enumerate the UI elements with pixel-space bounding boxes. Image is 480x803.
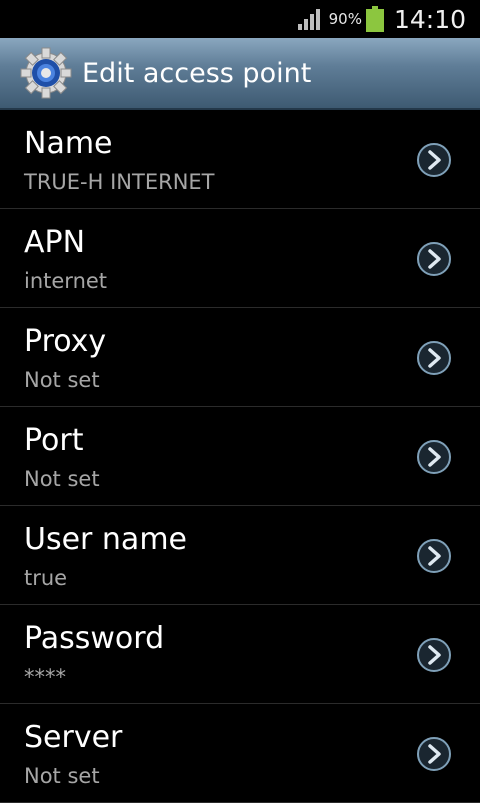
item-value: Not set — [24, 764, 100, 788]
item-value: true — [24, 566, 68, 590]
page-title: Edit access point — [82, 57, 312, 89]
battery-percent: 90% — [328, 10, 362, 28]
chevron-right-icon[interactable] — [416, 241, 452, 277]
chevron-right-icon[interactable] — [416, 538, 452, 574]
battery-icon — [365, 6, 384, 32]
title-bar: Edit access point — [0, 38, 480, 110]
signal-icon — [297, 9, 320, 30]
list-item-password[interactable]: Password **** — [0, 605, 480, 704]
list-item-port[interactable]: Port Not set — [0, 407, 480, 506]
gear-icon — [20, 47, 72, 99]
list-item-server[interactable]: Server Not set — [0, 704, 480, 803]
item-value: Not set — [24, 368, 100, 392]
item-label: Proxy — [24, 324, 107, 359]
item-label: Server — [24, 720, 123, 755]
item-value: **** — [24, 665, 66, 689]
list-item-proxy[interactable]: Proxy Not set — [0, 308, 480, 407]
clock: 14:10 — [393, 4, 466, 34]
item-value: TRUE-H INTERNET — [24, 170, 215, 194]
item-value: Not set — [24, 467, 100, 491]
item-label: Password — [24, 621, 165, 656]
settings-list: Name TRUE-H INTERNET APN internet Proxy … — [0, 110, 480, 803]
item-label: User name — [24, 522, 187, 557]
item-label: Port — [24, 423, 84, 458]
item-label: APN — [24, 225, 86, 260]
chevron-right-icon[interactable] — [416, 736, 452, 772]
chevron-right-icon[interactable] — [416, 142, 452, 178]
list-item-user-name[interactable]: User name true — [0, 506, 480, 605]
list-item-apn[interactable]: APN internet — [0, 209, 480, 308]
list-item-name[interactable]: Name TRUE-H INTERNET — [0, 110, 480, 209]
chevron-right-icon[interactable] — [416, 340, 452, 376]
chevron-right-icon[interactable] — [416, 637, 452, 673]
item-label: Name — [24, 126, 113, 161]
item-value: internet — [24, 269, 108, 293]
status-bar: 90% 14:10 — [0, 0, 480, 38]
chevron-right-icon[interactable] — [416, 439, 452, 475]
